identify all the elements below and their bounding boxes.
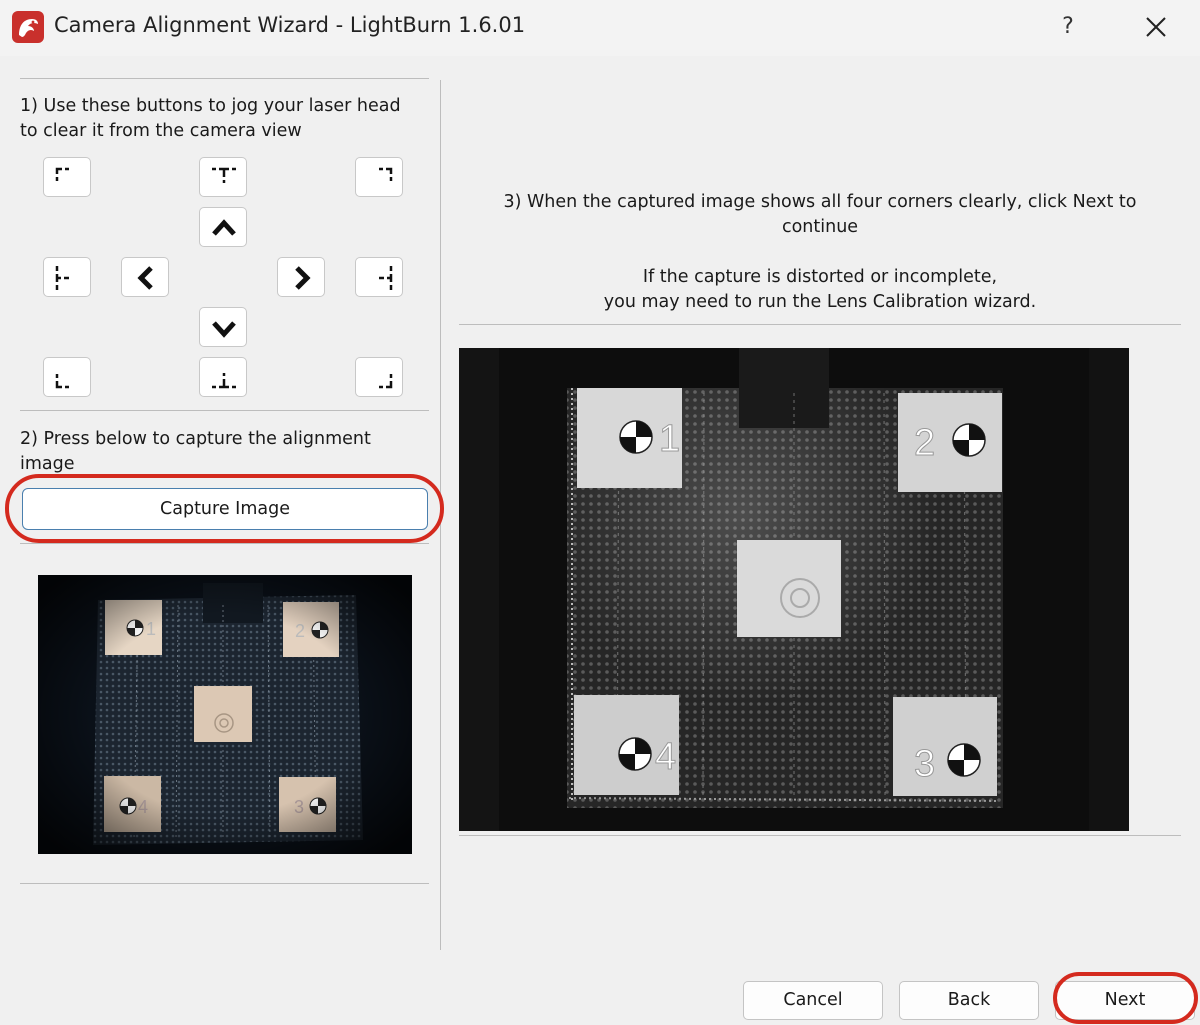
title-bar: Camera Alignment Wizard - LightBurn 1.6.… (0, 0, 1200, 56)
capture-image-button[interactable]: Capture Image (22, 488, 428, 530)
move-top-center-button[interactable] (199, 157, 247, 197)
step3-instructions: 3) When the captured image shows all fou… (470, 190, 1170, 240)
help-button[interactable]: ? (1048, 8, 1088, 46)
target-marker (618, 737, 652, 771)
jog-down-button[interactable] (199, 307, 247, 347)
separator (20, 410, 429, 411)
move-middle-left-button[interactable] (43, 257, 91, 297)
move-middle-right-button[interactable] (355, 257, 403, 297)
jog-right-button[interactable] (277, 257, 325, 297)
separator (20, 543, 429, 544)
step1-instructions: 1) Use these buttons to jog your laser h… (20, 94, 440, 144)
separator (459, 324, 1181, 325)
move-bottom-right-button[interactable] (355, 357, 403, 397)
target-marker (952, 423, 986, 457)
cancel-button[interactable]: Cancel (743, 981, 883, 1020)
move-bottom-left-icon (55, 374, 69, 389)
note-line: you may need to run the Lens Calibration… (603, 292, 1037, 312)
move-top-center-icon (212, 167, 236, 183)
window-title: Camera Alignment Wizard - LightBurn 1.6.… (54, 13, 526, 37)
move-top-right-button[interactable] (355, 157, 403, 197)
lightburn-dragon-icon (12, 11, 44, 43)
move-middle-left-icon (55, 266, 69, 290)
move-bottom-right-icon (379, 374, 393, 389)
jog-left-icon (137, 266, 153, 290)
step2-line: image (20, 454, 75, 474)
jog-right-icon (295, 266, 311, 290)
target-marker (619, 420, 653, 454)
separator (20, 78, 429, 79)
target-marker (947, 743, 981, 777)
separator (459, 835, 1181, 836)
jog-down-icon (212, 321, 236, 338)
move-top-right-icon (379, 167, 393, 181)
step3-line: 3) When the captured image shows all fou… (503, 192, 1137, 212)
move-middle-right-icon (379, 266, 393, 290)
step2-instructions: 2) Press below to capture the alignment … (20, 427, 440, 477)
marker-label-1: 1 (659, 418, 680, 460)
close-button[interactable] (1136, 8, 1176, 46)
panel-divider (440, 80, 441, 950)
captured-alignment-image: 1 2 3 4 (459, 348, 1129, 831)
jog-left-button[interactable] (121, 257, 169, 297)
lens-calibration-note: If the capture is distorted or incomplet… (470, 265, 1170, 315)
step1-line: 1) Use these buttons to jog your laser h… (20, 96, 401, 116)
move-top-left-icon (55, 167, 69, 181)
camera-preview-image: 1 2 3 4 (38, 575, 412, 854)
jog-up-button[interactable] (199, 207, 247, 247)
marker-label-4: 4 (655, 736, 676, 778)
back-button[interactable]: Back (899, 981, 1039, 1020)
step1-line: to clear it from the camera view (20, 121, 302, 141)
jog-up-icon (212, 219, 236, 236)
move-bottom-center-button[interactable] (199, 357, 247, 397)
move-bottom-center-icon (212, 373, 236, 389)
move-top-left-button[interactable] (43, 157, 91, 197)
step2-line: 2) Press below to capture the alignment (20, 429, 371, 449)
marker-label-3: 3 (914, 743, 935, 785)
separator (20, 883, 429, 884)
move-bottom-left-button[interactable] (43, 357, 91, 397)
close-icon (1146, 17, 1166, 37)
next-button[interactable]: Next (1055, 981, 1195, 1020)
marker-label-2: 2 (914, 422, 935, 464)
step3-line: continue (781, 217, 859, 237)
note-line: If the capture is distorted or incomplet… (642, 267, 998, 287)
